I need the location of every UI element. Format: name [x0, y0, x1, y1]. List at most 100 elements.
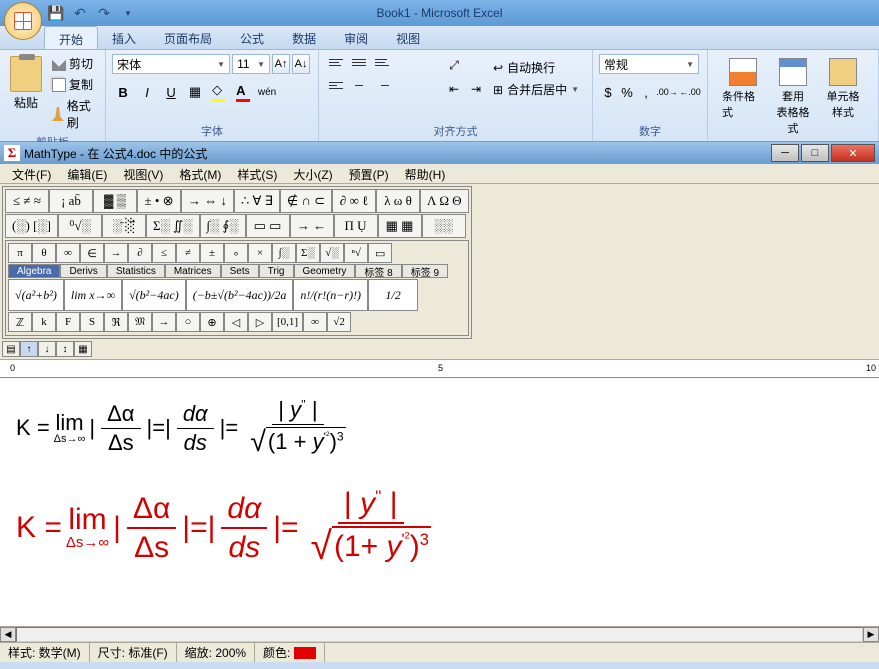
template-0[interactable]: √(a²+b²) [8, 279, 64, 311]
close-button[interactable]: ✕ [831, 144, 875, 162]
palette-r3-9[interactable]: ∘ [224, 243, 248, 263]
tab-data[interactable]: 数据 [278, 26, 330, 49]
font-size-select[interactable]: 11▼ [232, 54, 270, 74]
palette-r3-5[interactable]: ∂ [128, 243, 152, 263]
tab-view[interactable]: 视图 [382, 26, 434, 49]
undo-icon[interactable]: ↶ [72, 5, 88, 21]
status-size[interactable]: 尺寸: 标准(F) [90, 643, 177, 662]
palette-r2-9[interactable]: ░░ [422, 214, 466, 238]
paste-button[interactable]: 粘贴 [6, 54, 46, 132]
orientation-button[interactable]: ⤢ [443, 54, 465, 76]
template-3[interactable]: (−b±√(b²−4ac))/2a [186, 279, 294, 311]
bold-button[interactable]: B [112, 81, 134, 103]
maximize-button[interactable]: □ [801, 144, 829, 162]
align-top-button[interactable] [325, 54, 347, 76]
palette-r3-3[interactable]: ∈ [80, 243, 104, 263]
palette-r5-5[interactable]: 𝔐 [128, 312, 152, 332]
palette-r5-7[interactable]: ○ [176, 312, 200, 332]
mt-tab-2[interactable]: Statistics [107, 264, 165, 278]
template-2[interactable]: √(b²−4ac) [122, 279, 186, 311]
increase-decimal-button[interactable]: .00→ [656, 81, 678, 103]
palette-r2-3[interactable]: Σ░ ∬░ [146, 214, 200, 238]
palette-r1-9[interactable]: Λ Ω Θ [420, 189, 469, 213]
mathtype-titlebar[interactable]: Σ MathType - 在 公式4.doc 中的公式 ─ □ ✕ [0, 142, 879, 164]
percent-button[interactable]: % [618, 81, 636, 103]
mt-tab-8[interactable]: 标签 9 [402, 264, 448, 278]
sb-2[interactable]: ↑ [20, 341, 38, 357]
scroll-left-icon[interactable]: ◀ [0, 627, 16, 642]
palette-r2-1[interactable]: ⁰√░ [58, 214, 102, 238]
palette-r5-6[interactable]: → [152, 312, 176, 332]
h-scrollbar[interactable]: ◀ ▶ [0, 626, 879, 642]
equation-canvas[interactable]: K = limΔs→∞ | ΔαΔs |=| dαds |= | y'' | √… [0, 378, 879, 626]
increase-indent-button[interactable]: ⇥ [465, 78, 487, 100]
palette-r1-5[interactable]: ∴ ∀ ∃ [234, 189, 280, 213]
palette-r5-1[interactable]: k [32, 312, 56, 332]
palette-r1-2[interactable]: ▓ ▒ [93, 189, 137, 213]
palette-r1-1[interactable]: ¡ ab̄ [49, 189, 93, 213]
save-icon[interactable]: 💾 [48, 5, 64, 21]
palette-r5-9[interactable]: ◁ [224, 312, 248, 332]
palette-r5-8[interactable]: ⊕ [200, 312, 224, 332]
palette-r3-4[interactable]: → [104, 243, 128, 263]
mt-tab-1[interactable]: Derivs [60, 264, 106, 278]
palette-r3-7[interactable]: ≠ [176, 243, 200, 263]
tab-review[interactable]: 审阅 [330, 26, 382, 49]
tab-home[interactable]: 开始 [44, 26, 98, 49]
menu-view[interactable]: 视图(V) [115, 164, 171, 183]
menu-style[interactable]: 样式(S) [229, 164, 285, 183]
equation-2[interactable]: K = limΔs→∞ | ΔαΔs |=| dαds |= | y'' | √… [16, 487, 863, 569]
palette-r3-13[interactable]: √░ [320, 243, 344, 263]
palette-r3-1[interactable]: θ [32, 243, 56, 263]
minimize-button[interactable]: ─ [771, 144, 799, 162]
font-color-button[interactable]: A [232, 81, 254, 103]
format-painter-button[interactable]: 格式刷 [50, 96, 99, 132]
menu-format[interactable]: 格式(M) [171, 164, 229, 183]
mt-tab-7[interactable]: 标签 8 [355, 264, 401, 278]
palette-r3-14[interactable]: ⁿ√ [344, 243, 368, 263]
font-name-select[interactable]: 宋体▼ [112, 54, 230, 74]
palette-r2-2[interactable]: ░̄ ░⃗ [102, 214, 146, 238]
palette-r5-13[interactable]: √2 [327, 312, 351, 332]
menu-preset[interactable]: 预置(P) [341, 164, 397, 183]
sb-3[interactable]: ↓ [38, 341, 56, 357]
decrease-indent-button[interactable]: ⇤ [443, 78, 465, 100]
sb-5[interactable]: ▦ [74, 341, 92, 357]
scroll-right-icon[interactable]: ▶ [863, 627, 879, 642]
palette-r5-0[interactable]: ℤ [8, 312, 32, 332]
palette-r3-6[interactable]: ≤ [152, 243, 176, 263]
palette-r2-4[interactable]: ∫░ ∮░ [200, 214, 246, 238]
mt-tab-0[interactable]: Algebra [8, 264, 60, 278]
status-color[interactable]: 颜色: [255, 643, 325, 662]
palette-r1-4[interactable]: → ⇔ ↓ [181, 189, 234, 213]
italic-button[interactable]: I [136, 81, 158, 103]
comma-button[interactable]: , [637, 81, 655, 103]
palette-r3-12[interactable]: Σ░ [296, 243, 320, 263]
sb-4[interactable]: ↕ [56, 341, 74, 357]
align-middle-button[interactable] [348, 54, 370, 76]
template-5[interactable]: 1/2 [368, 279, 418, 311]
underline-button[interactable]: U [160, 81, 182, 103]
align-left-button[interactable] [325, 77, 347, 99]
decrease-decimal-button[interactable]: ←.00 [679, 81, 701, 103]
palette-r3-15[interactable]: ▭ [368, 243, 392, 263]
ruler[interactable]: 0 5 10 [0, 360, 879, 378]
palette-r2-5[interactable]: ▭ ▭ [246, 214, 290, 238]
palette-r3-10[interactable]: × [248, 243, 272, 263]
palette-r3-0[interactable]: π [8, 243, 32, 263]
palette-r3-2[interactable]: ∞ [56, 243, 80, 263]
palette-r5-12[interactable]: ∞ [303, 312, 327, 332]
redo-icon[interactable]: ↷ [96, 5, 112, 21]
palette-r1-0[interactable]: ≤ ≠ ≈ [5, 189, 49, 213]
number-format-select[interactable]: 常规▼ [599, 54, 699, 74]
palette-r5-3[interactable]: S [80, 312, 104, 332]
tab-insert[interactable]: 插入 [98, 26, 150, 49]
palette-r1-3[interactable]: ± • ⊗ [137, 189, 181, 213]
palette-r2-0[interactable]: (░) [░] [5, 214, 58, 238]
palette-r5-4[interactable]: ℜ [104, 312, 128, 332]
sb-1[interactable]: ▤ [2, 341, 20, 357]
grow-font-button[interactable]: A↑ [272, 54, 290, 74]
status-style[interactable]: 样式: 数学(M) [0, 643, 90, 662]
copy-button[interactable]: 复制 [50, 75, 99, 94]
menu-edit[interactable]: 编辑(E) [59, 164, 115, 183]
